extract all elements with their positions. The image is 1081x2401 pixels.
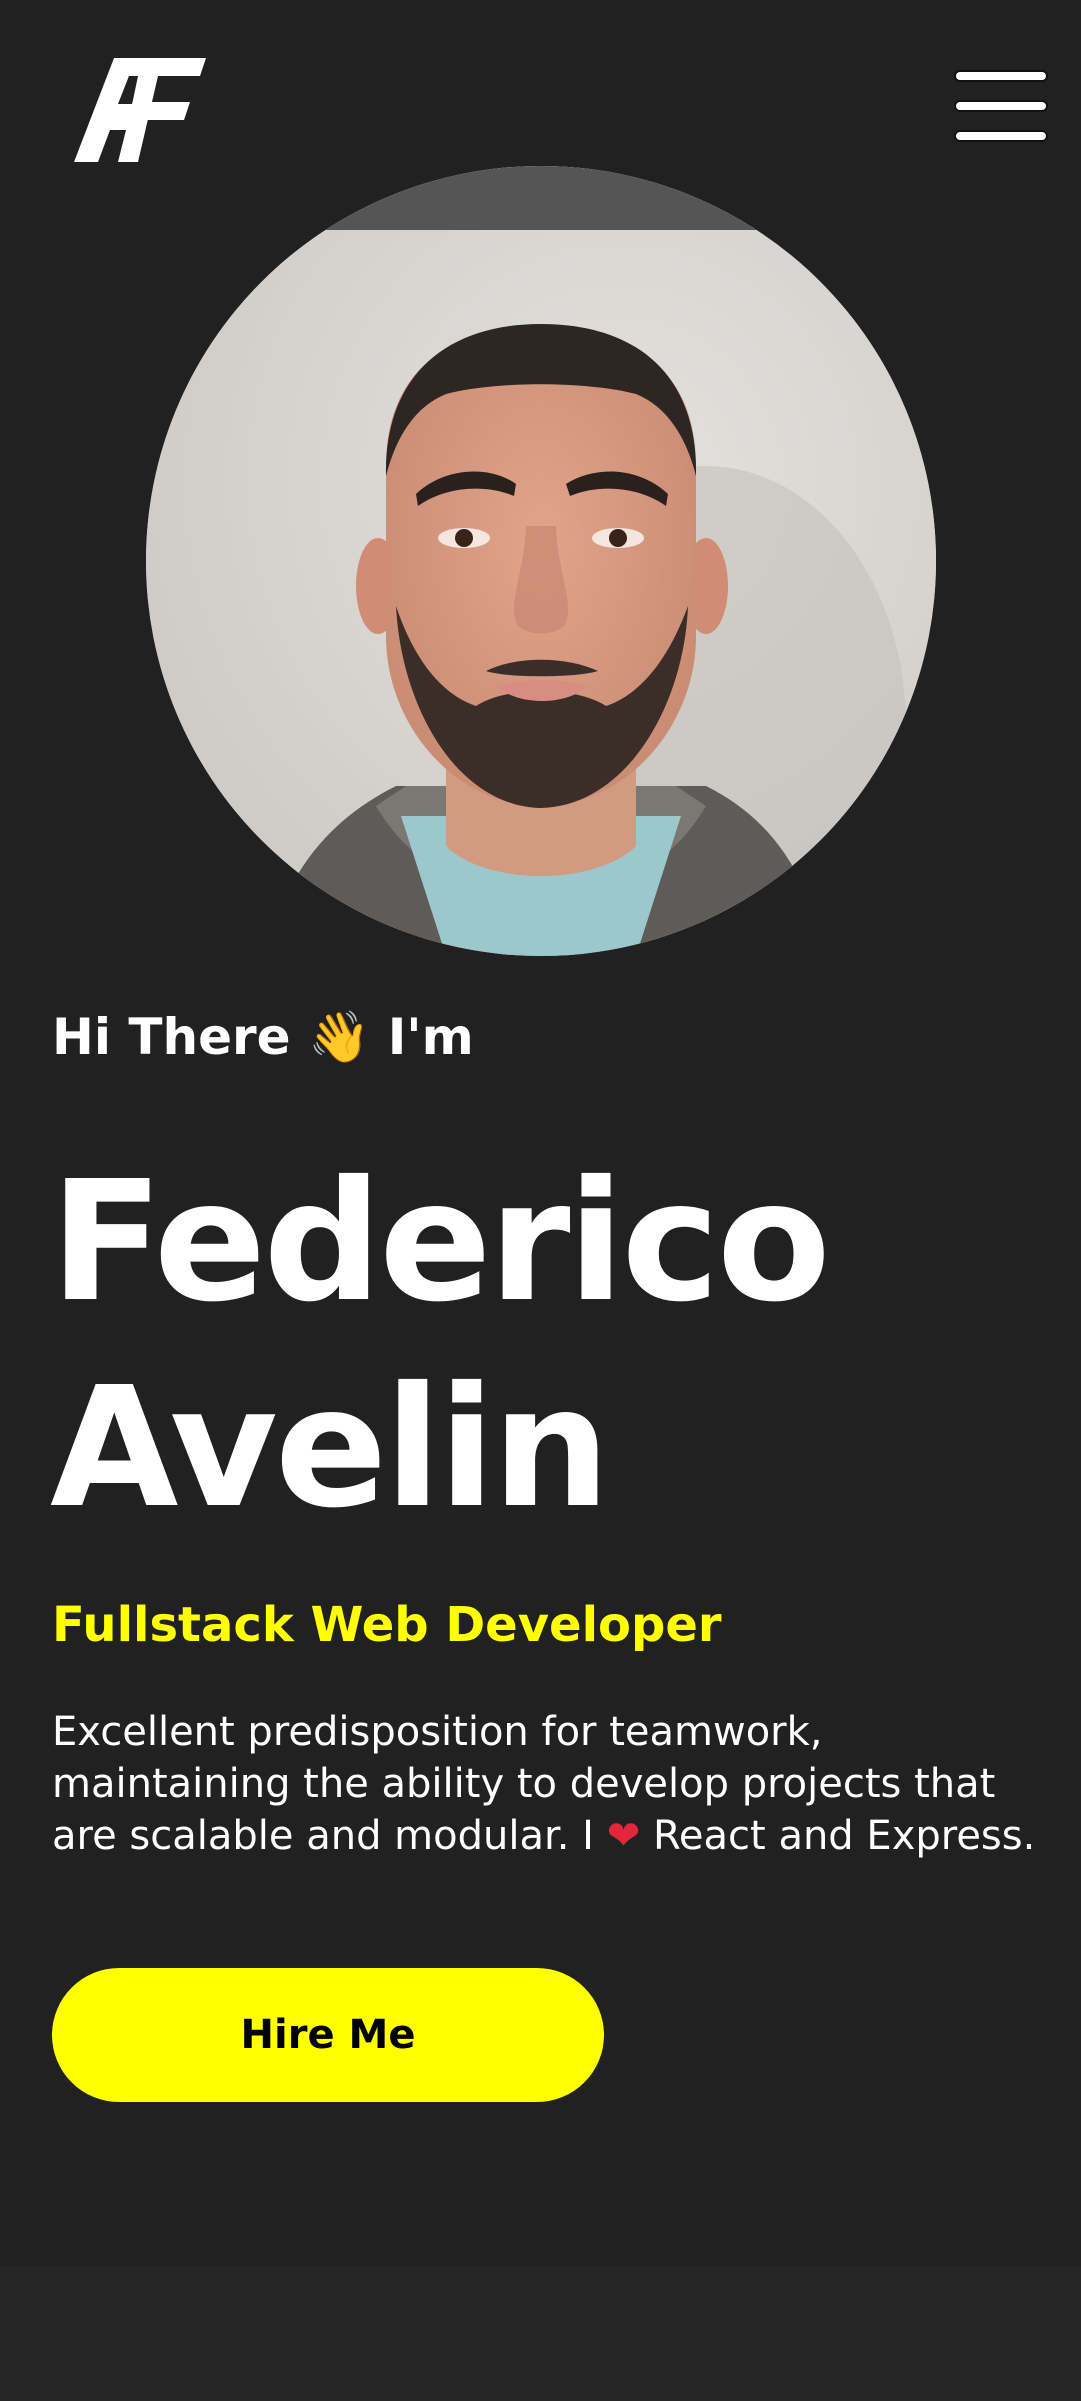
profile-photo-illustration (146, 166, 936, 956)
hero-name: Federico Avelin (50, 1140, 831, 1552)
greeting-prefix: Hi There (52, 1008, 291, 1066)
job-title: Fullstack Web Developer (52, 1597, 722, 1653)
last-name: Avelin (50, 1352, 610, 1545)
first-name: Federico (50, 1146, 831, 1339)
menu-bar-top (954, 70, 1048, 82)
hamburger-menu-icon[interactable] (952, 70, 1052, 146)
menu-bar-middle (954, 100, 1048, 112)
af-logo[interactable] (74, 58, 206, 162)
bio-text-end: React and Express. (652, 1813, 1036, 1859)
bio-paragraph: Excellent predisposition for teamwork, m… (52, 1706, 1052, 1862)
profile-photo (146, 166, 936, 956)
waving-hand-icon: 👋 (308, 1008, 371, 1066)
heart-icon: ❤ (606, 1813, 641, 1859)
footer-band (0, 2266, 1081, 2401)
hire-me-button[interactable]: Hire Me (52, 1968, 604, 2102)
af-logo-mark (74, 58, 206, 162)
greeting: Hi There 👋 I'm (52, 1000, 474, 1074)
page: Hi There 👋 I'm Federico Avelin Fullstack… (0, 0, 1081, 2401)
menu-bar-bottom (954, 130, 1048, 142)
greeting-suffix: I'm (387, 1008, 474, 1066)
